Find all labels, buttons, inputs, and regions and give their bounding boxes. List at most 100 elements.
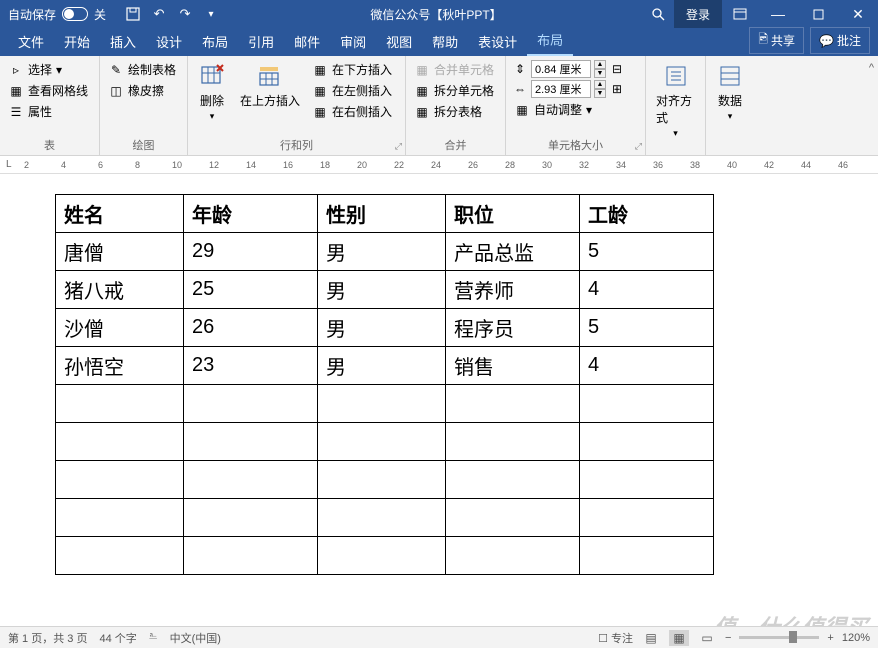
toggle-switch[interactable]	[62, 7, 88, 21]
table-cell[interactable]: 唐僧	[56, 233, 184, 271]
gridlines-button[interactable]: ▦查看网格线	[6, 81, 90, 100]
height-input[interactable]	[531, 60, 591, 78]
tab-layout[interactable]: 布局	[192, 27, 238, 56]
tab-references[interactable]: 引用	[238, 27, 284, 56]
table-cell[interactable]	[446, 499, 580, 537]
table-cell[interactable]: 4	[580, 347, 714, 385]
qat-dropdown-icon[interactable]: ▾	[202, 5, 220, 23]
split-cells-button[interactable]: ▦拆分单元格	[412, 81, 496, 100]
tab-view[interactable]: 视图	[376, 27, 422, 56]
table-cell[interactable]	[580, 423, 714, 461]
table-cell[interactable]: 26	[184, 309, 318, 347]
language-indicator[interactable]: 中文(中国)	[170, 630, 221, 646]
focus-mode[interactable]: ☐ 专注	[598, 630, 633, 646]
table-cell[interactable]: 23	[184, 347, 318, 385]
table-cell[interactable]	[56, 537, 184, 575]
spellcheck-icon[interactable]: ⎁	[149, 630, 158, 646]
table-cell[interactable]	[56, 385, 184, 423]
page-indicator[interactable]: 第 1 页，共 3 页	[8, 630, 87, 646]
table-cell[interactable]	[446, 537, 580, 575]
table-cell[interactable]: 猪八戒	[56, 271, 184, 309]
tab-file[interactable]: 文件	[8, 27, 54, 56]
zoom-level[interactable]: 120%	[842, 632, 870, 644]
zoom-in-icon[interactable]: +	[827, 632, 833, 644]
table-cell[interactable]	[580, 499, 714, 537]
save-icon[interactable]	[124, 5, 142, 23]
table-cell[interactable]	[184, 385, 318, 423]
insert-below-button[interactable]: ▦在下方插入	[310, 60, 394, 79]
eraser-button[interactable]: ◫橡皮擦	[106, 81, 178, 100]
table-cell[interactable]	[580, 385, 714, 423]
login-button[interactable]: 登录	[674, 0, 722, 28]
tab-insert[interactable]: 插入	[100, 27, 146, 56]
tab-mailings[interactable]: 邮件	[284, 27, 330, 56]
table-cell[interactable]: 25	[184, 271, 318, 309]
insert-left-button[interactable]: ▦在左侧插入	[310, 81, 394, 100]
header-cell[interactable]: 年龄	[184, 195, 318, 233]
height-up-icon[interactable]: ▲	[594, 60, 606, 69]
table-cell[interactable]	[318, 423, 446, 461]
tab-design[interactable]: 设计	[146, 27, 192, 56]
autofit-button[interactable]: ▦自动调整 ▾	[512, 100, 625, 119]
tab-table-layout[interactable]: 布局	[527, 25, 573, 56]
distribute-rows-icon[interactable]: ⊟	[609, 61, 625, 77]
properties-button[interactable]: ☰属性	[6, 102, 90, 121]
data-button[interactable]: 数据▾	[712, 60, 748, 151]
search-icon[interactable]	[642, 0, 674, 28]
table-cell[interactable]: 沙僧	[56, 309, 184, 347]
table-cell[interactable]: 销售	[446, 347, 580, 385]
header-cell[interactable]: 性别	[318, 195, 446, 233]
zoom-slider[interactable]	[739, 636, 819, 639]
distribute-cols-icon[interactable]: ⊞	[609, 81, 625, 97]
dialog-launcher-icon[interactable]: ⤢	[635, 141, 642, 152]
word-count[interactable]: 44 个字	[99, 630, 136, 646]
minimize-icon[interactable]: —	[758, 0, 798, 28]
read-mode-icon[interactable]: ▤	[641, 630, 661, 646]
tab-review[interactable]: 审阅	[330, 27, 376, 56]
table-cell[interactable]	[318, 537, 446, 575]
table-cell[interactable]	[184, 423, 318, 461]
maximize-icon[interactable]	[798, 0, 838, 28]
table-cell[interactable]	[56, 423, 184, 461]
select-button[interactable]: ▹选择 ▾	[6, 60, 90, 79]
table-cell[interactable]: 5	[580, 309, 714, 347]
table-cell[interactable]: 营养师	[446, 271, 580, 309]
table-cell[interactable]: 产品总监	[446, 233, 580, 271]
collapse-ribbon-icon[interactable]: ^	[869, 62, 874, 74]
table-cell[interactable]	[580, 537, 714, 575]
ruler-tab-icon[interactable]: L	[6, 159, 12, 170]
table-cell[interactable]: 男	[318, 233, 446, 271]
close-icon[interactable]: ✕	[838, 0, 878, 28]
table-cell[interactable]: 男	[318, 309, 446, 347]
autosave-toggle[interactable]: 自动保存 关	[0, 6, 114, 23]
split-table-button[interactable]: ▦拆分表格	[412, 102, 496, 121]
header-cell[interactable]: 职位	[446, 195, 580, 233]
alignment-button[interactable]: 对齐方式▾	[652, 60, 699, 151]
zoom-out-icon[interactable]: −	[725, 632, 731, 644]
table-cell[interactable]	[56, 499, 184, 537]
width-up-icon[interactable]: ▲	[594, 80, 606, 89]
web-layout-icon[interactable]: ▭	[697, 630, 717, 646]
width-input[interactable]	[531, 80, 591, 98]
table-cell[interactable]: 孙悟空	[56, 347, 184, 385]
table-cell[interactable]	[446, 423, 580, 461]
width-down-icon[interactable]: ▼	[594, 89, 606, 98]
tab-table-design[interactable]: 表设计	[468, 27, 527, 56]
table-cell[interactable]: 5	[580, 233, 714, 271]
table-cell[interactable]: 29	[184, 233, 318, 271]
tab-home[interactable]: 开始	[54, 27, 100, 56]
redo-icon[interactable]: ↷	[176, 5, 194, 23]
table-cell[interactable]	[56, 461, 184, 499]
table-cell[interactable]	[184, 499, 318, 537]
comments-button[interactable]: 💬 批注	[810, 27, 870, 54]
undo-icon[interactable]: ↶	[150, 5, 168, 23]
ribbon-display-icon[interactable]	[722, 0, 758, 28]
table-cell[interactable]	[446, 461, 580, 499]
table-cell[interactable]: 4	[580, 271, 714, 309]
table-cell[interactable]: 程序员	[446, 309, 580, 347]
tab-help[interactable]: 帮助	[422, 27, 468, 56]
table-cell[interactable]	[318, 499, 446, 537]
table-cell[interactable]	[184, 537, 318, 575]
table-cell[interactable]	[580, 461, 714, 499]
share-button[interactable]: 🖻 共享	[749, 27, 804, 54]
